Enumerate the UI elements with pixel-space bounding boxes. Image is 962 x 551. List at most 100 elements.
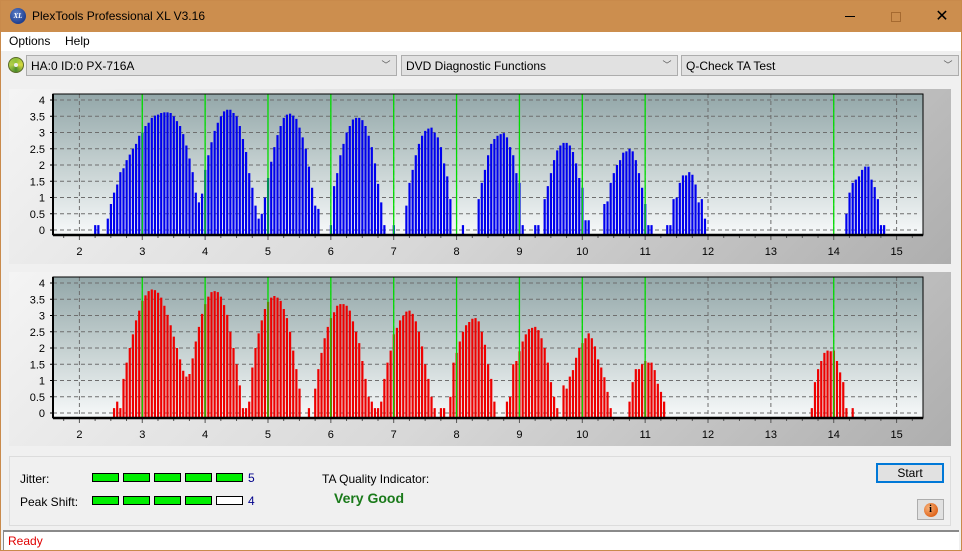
y-tick-label: 1 <box>39 193 45 205</box>
histogram-bar <box>505 137 509 235</box>
histogram-bar <box>351 321 355 418</box>
histogram-bar <box>477 199 480 235</box>
histogram-bar <box>345 132 348 235</box>
drive-select[interactable]: HA:0 ID:0 PX-716A ﹀ <box>26 55 397 76</box>
function-select[interactable]: DVD Diagnostic Functions ﹀ <box>401 55 678 76</box>
histogram-bar <box>575 357 578 418</box>
histogram-bar <box>439 408 443 418</box>
histogram-bar <box>339 304 342 418</box>
title-bar[interactable]: XL PlexTools Professional XL V3.16 ✕ <box>1 1 961 32</box>
histogram-bar <box>615 165 619 235</box>
histogram-bar <box>175 121 179 235</box>
histogram-bar <box>150 117 153 235</box>
x-tick-label: 14 <box>828 246 840 258</box>
histogram-bar <box>556 150 559 235</box>
histogram-bar <box>119 408 122 418</box>
histogram-bar <box>487 155 490 235</box>
histogram-bar <box>160 297 163 418</box>
y-tick-label: 1.5 <box>30 359 45 371</box>
histogram-bar <box>332 312 336 418</box>
histogram-bar <box>263 197 267 235</box>
histogram-bar <box>697 202 700 235</box>
histogram-bar <box>634 160 637 235</box>
info-button[interactable]: i <box>917 499 944 520</box>
histogram-bar <box>477 321 480 418</box>
histogram-bar <box>156 114 160 235</box>
histogram-bar <box>578 178 581 235</box>
histogram-bar <box>248 173 251 235</box>
histogram-bar <box>279 126 282 235</box>
histogram-bar <box>178 359 182 418</box>
jitter-meter <box>92 473 243 482</box>
minimize-button[interactable] <box>827 1 873 32</box>
histogram-bar <box>222 305 226 418</box>
histogram-bar <box>436 137 439 235</box>
maximize-button[interactable] <box>873 1 919 32</box>
x-tick-label: 15 <box>890 429 902 441</box>
histogram-bar <box>876 199 879 235</box>
menu-options[interactable]: Options <box>9 34 50 48</box>
histogram-bar <box>562 385 565 418</box>
x-tick-label: 6 <box>328 246 334 258</box>
histogram-bar <box>238 385 241 418</box>
histogram-bar <box>257 218 260 235</box>
y-tick-label: 0 <box>39 408 45 420</box>
histogram-bar <box>449 199 452 235</box>
histogram-bar <box>487 364 490 418</box>
histogram-bar <box>587 220 590 235</box>
histogram-bar <box>116 184 119 235</box>
histogram-bar <box>402 315 405 418</box>
histogram-bar <box>122 168 125 235</box>
histogram-bar <box>424 364 427 418</box>
histogram-bar <box>370 147 373 235</box>
histogram-bar <box>509 147 512 235</box>
start-button[interactable]: Start <box>876 463 944 483</box>
peak-shift-label: Peak Shift: <box>20 495 79 509</box>
histogram-bar <box>628 148 631 235</box>
histogram-bar <box>229 109 232 235</box>
histogram-bar <box>653 370 656 418</box>
x-tick-label: 4 <box>202 429 208 441</box>
histogram-bar <box>823 352 826 418</box>
histogram-bar <box>273 147 276 235</box>
histogram-bar <box>342 304 345 418</box>
test-select[interactable]: Q-Check TA Test ﹀ <box>681 55 959 76</box>
x-tick-label: 7 <box>391 429 397 441</box>
histogram-bar <box>433 408 436 418</box>
histogram-bar <box>376 408 380 418</box>
histogram-bar <box>288 331 292 418</box>
histogram-bar <box>584 338 587 418</box>
y-tick-label: 2.5 <box>30 144 45 156</box>
histogram-bar <box>122 378 125 418</box>
histogram-bar <box>449 396 452 418</box>
status-text: Ready <box>8 534 43 548</box>
histogram-bar <box>414 321 417 418</box>
status-bar: Ready <box>3 530 959 550</box>
histogram-bar <box>200 313 204 418</box>
close-button[interactable]: ✕ <box>919 1 962 32</box>
histogram-bar <box>354 117 358 235</box>
histogram-bar <box>210 142 213 235</box>
histogram-bar <box>553 396 556 418</box>
histogram-bar <box>490 378 493 418</box>
x-tick-label: 3 <box>139 429 145 441</box>
y-tick-label: 3 <box>39 128 45 140</box>
histogram-bar <box>226 109 229 235</box>
y-tick-label: 4 <box>39 95 45 107</box>
histogram-bar <box>408 182 411 235</box>
histogram-bar <box>175 348 179 418</box>
histogram-bar <box>543 348 546 418</box>
histogram-bar <box>389 350 392 418</box>
histogram-bar <box>835 361 839 418</box>
histogram-bar <box>867 166 870 235</box>
histogram-bar <box>509 396 512 418</box>
histogram-bar <box>612 173 615 235</box>
histogram-bar <box>603 204 606 235</box>
menu-help[interactable]: Help <box>65 34 90 48</box>
histogram-bar <box>446 176 449 235</box>
x-tick-label: 8 <box>454 246 460 258</box>
histogram-bar <box>232 113 235 235</box>
histogram-bar <box>276 297 279 418</box>
histogram-bar <box>873 187 876 235</box>
histogram-bar <box>317 369 320 418</box>
